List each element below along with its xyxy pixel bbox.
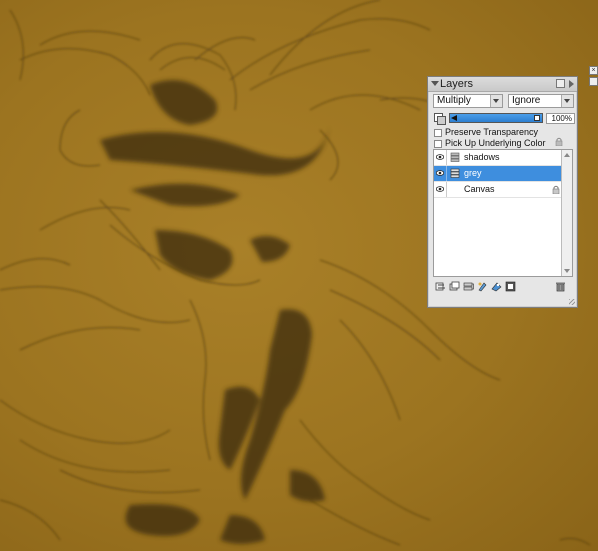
eye-icon[interactable] <box>436 170 444 176</box>
layer-row-shadows[interactable]: shadows <box>434 150 563 166</box>
close-window-icon[interactable]: × <box>589 66 598 75</box>
visibility-toggle[interactable] <box>434 150 447 165</box>
chevron-down-icon[interactable] <box>490 95 502 107</box>
trash-icon[interactable] <box>555 281 566 292</box>
panel-title: Layers <box>440 78 474 90</box>
lock-icon <box>552 185 560 194</box>
preserve-transparency-checkbox[interactable] <box>434 128 442 137</box>
opacity-value-field[interactable]: 100% <box>546 113 575 124</box>
panel-close-icon[interactable] <box>556 79 565 88</box>
layer-adjust-icon[interactable] <box>435 281 446 292</box>
panel-menu-arrow-icon[interactable] <box>569 80 574 88</box>
mask-icon[interactable] <box>491 281 502 292</box>
layer-name: Canvas <box>464 184 495 194</box>
layer-row-canvas[interactable]: Canvas <box>434 182 563 198</box>
eye-icon[interactable] <box>436 186 444 192</box>
composite-method-select[interactable]: Ignore <box>508 94 574 108</box>
collapse-triangle-icon[interactable] <box>431 81 439 86</box>
opacity-slider[interactable] <box>449 113 543 123</box>
pick-up-underlying-color-checkbox[interactable] <box>434 139 442 148</box>
chevron-down-icon[interactable] <box>561 95 573 107</box>
layer-stack-icon <box>450 152 460 162</box>
pick-up-underlying-color-label: Pick Up Underlying Color <box>445 138 546 148</box>
layers-panel: Layers Multiply Ignore 100% Preserve Tra… <box>427 76 578 308</box>
resize-grip[interactable] <box>569 299 575 305</box>
panel-header[interactable]: Layers <box>428 77 577 92</box>
visibility-toggle[interactable] <box>434 182 447 197</box>
layer-name: grey <box>464 168 482 178</box>
layer-stack-icon <box>450 168 460 178</box>
blend-mode-value: Multiply <box>437 95 471 106</box>
eye-icon[interactable] <box>436 154 444 160</box>
layer-list-scrollbar[interactable] <box>561 150 572 276</box>
layer-footer-toolbar <box>433 281 573 295</box>
dynamic-plugin-icon[interactable] <box>477 281 488 292</box>
preserve-transparency-label: Preserve Transparency <box>445 127 539 137</box>
group-layers-icon[interactable] <box>463 281 474 292</box>
layer-name: shadows <box>464 152 500 162</box>
new-layer-icon[interactable] <box>449 281 460 292</box>
opacity-icon <box>434 113 446 125</box>
visibility-toggle[interactable] <box>434 166 447 181</box>
scroll-down-arrow-icon[interactable] <box>564 269 570 273</box>
slider-left-arrow-icon[interactable] <box>451 115 457 121</box>
composite-method-value: Ignore <box>512 95 541 106</box>
lock-icon[interactable] <box>554 137 564 146</box>
preserve-transparency-row[interactable]: Preserve Transparency <box>434 127 538 138</box>
slider-thumb[interactable] <box>534 115 540 121</box>
scroll-up-arrow-icon[interactable] <box>564 153 570 157</box>
create-mask-icon[interactable] <box>505 281 516 292</box>
layer-list: shadows grey Canvas <box>433 149 573 277</box>
layer-row-grey[interactable]: grey <box>434 166 563 182</box>
maximize-window-icon[interactable] <box>589 77 598 86</box>
pick-up-underlying-color-row[interactable]: Pick Up Underlying Color <box>434 138 546 149</box>
blend-mode-select[interactable]: Multiply <box>433 94 503 108</box>
